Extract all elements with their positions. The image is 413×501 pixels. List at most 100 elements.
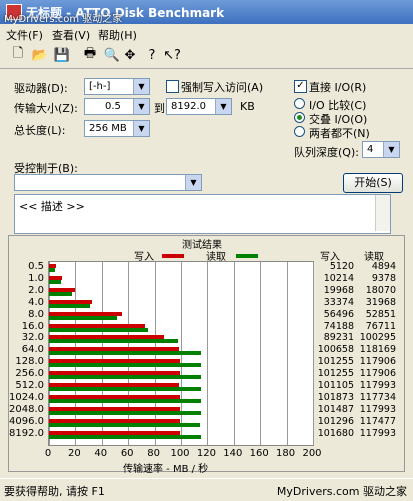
read-value-label: 117906	[359, 368, 396, 380]
read-bar	[49, 327, 148, 332]
read-value-label: 117993	[359, 427, 396, 439]
y-tick-label: 8.0	[28, 308, 44, 320]
description-box[interactable]: << 描述 >>	[14, 194, 391, 234]
open-icon[interactable]: 📂	[32, 47, 48, 63]
to-label: 到	[154, 102, 165, 115]
drive-label: 驱动器(D):	[14, 82, 68, 95]
write-value-label: 101105	[317, 380, 354, 391]
write-value-label: 10214	[323, 272, 354, 284]
read-bar	[49, 387, 202, 391]
read-value-label: 4894	[371, 261, 396, 272]
menu-help[interactable]: 帮助(H)	[98, 27, 137, 43]
watermark-top: MyDrivers.com 驱动之家	[4, 14, 123, 25]
y-tick-label: 64.0	[21, 344, 44, 356]
neither-radio[interactable]	[294, 126, 305, 137]
legend-read-swatch	[236, 254, 258, 258]
write-value-label: 101487	[317, 403, 354, 415]
read-bar	[49, 291, 73, 296]
y-tick-label: 4.0	[28, 296, 44, 308]
y-tick-label: 128.0	[15, 356, 44, 368]
read-value-label: 52851	[365, 308, 396, 320]
y-tick-label: 512.0	[15, 380, 44, 391]
read-bar	[49, 398, 201, 403]
read-value-label: 18070	[365, 284, 396, 296]
read-bar	[49, 351, 202, 356]
read-value-label: 117993	[359, 403, 396, 415]
chevron-down-icon: ▼	[133, 121, 149, 136]
watermark-bottom: MyDrivers.com 驱动之家	[276, 485, 407, 498]
chevron-down-icon: ▼	[185, 175, 201, 190]
save-icon[interactable]: 💾	[54, 47, 70, 63]
grid-line	[207, 262, 209, 445]
chart-plot-area	[48, 261, 314, 446]
write-value-label: 101680	[317, 427, 354, 439]
total-length-select[interactable]: 256 MB ▼	[84, 120, 150, 137]
read-value-label: 118169	[359, 344, 396, 356]
force-write-label: 强制写入访问(A)	[181, 81, 264, 94]
x-axis-label: 传输速率 - MB / 秒	[123, 464, 209, 475]
menu-bar: 文件(F) 查看(V) 帮助(H)	[0, 24, 413, 42]
read-value-label: 76711	[365, 320, 396, 332]
drive-value: [-h-]	[89, 81, 111, 92]
io-compare-radio[interactable]	[294, 98, 305, 109]
transfer-to-select[interactable]: 8192.0 ▼	[166, 98, 232, 115]
read-bar	[49, 422, 201, 427]
print-preview-icon[interactable]: 🔍	[104, 47, 120, 63]
grid-line	[286, 262, 288, 445]
controlled-by-select[interactable]: ▼	[14, 174, 202, 191]
move-icon[interactable]: ✥	[122, 47, 138, 63]
print-icon[interactable]: 🖶	[82, 46, 98, 63]
start-button[interactable]: 开始(S)	[343, 173, 403, 193]
read-bar	[49, 410, 202, 415]
chevron-down-icon: ▼	[215, 99, 231, 114]
total-length-label: 总长度(L):	[14, 124, 66, 137]
read-bar	[49, 303, 91, 308]
write-value-label: 5120	[329, 261, 354, 272]
title-bar: 无标题 - ATTO Disk Benchmark MyDrivers.com …	[0, 0, 413, 25]
help-icon[interactable]: ?	[144, 47, 160, 63]
overlapped-io-radio[interactable]	[294, 112, 305, 123]
grid-line	[260, 262, 262, 445]
menu-view[interactable]: 查看(V)	[52, 27, 90, 43]
read-bar	[49, 434, 202, 439]
kb-label: KB	[240, 100, 255, 113]
status-bar: 要获得帮助, 请按 F1 MyDrivers.com 驱动之家	[0, 478, 413, 501]
transfer-from-value: 0.5	[105, 101, 121, 112]
write-value-label: 74188	[323, 320, 354, 332]
queue-depth-value: 4	[367, 144, 374, 155]
y-tick-label: 2.0	[28, 284, 44, 296]
read-bar	[49, 339, 179, 344]
queue-depth-select[interactable]: 4 ▼	[362, 141, 400, 158]
legend-write-swatch	[162, 254, 184, 258]
new-icon[interactable]: 🗋	[10, 46, 26, 63]
y-tick-label: 1024.0	[9, 391, 44, 403]
write-value-label: 101873	[317, 391, 354, 403]
read-value-label: 117734	[359, 391, 396, 403]
read-value-label: 100295	[359, 332, 396, 344]
chevron-down-icon: ▼	[133, 99, 149, 114]
status-text: 要获得帮助, 请按 F1	[4, 485, 105, 498]
direct-io-label: 直接 I/O(R)	[309, 81, 367, 94]
queue-depth-label: 队列深度(Q):	[294, 146, 359, 159]
menu-file[interactable]: 文件(F)	[6, 27, 43, 43]
app-window: 无标题 - ATTO Disk Benchmark MyDrivers.com …	[0, 0, 413, 501]
toolbar: 🗋 📂 💾 🖶 🔍 ✥ ? ↖?	[0, 44, 413, 69]
transfer-to-value: 8192.0	[171, 101, 206, 112]
read-value-label: 117906	[359, 356, 396, 368]
context-help-icon[interactable]: ↖?	[163, 47, 181, 63]
drive-select[interactable]: [-h-] ▼	[84, 78, 150, 95]
neither-label: 两者都不(N)	[309, 127, 370, 140]
force-write-checkbox[interactable]	[166, 80, 179, 93]
y-tick-label: 4096.0	[9, 415, 44, 427]
y-tick-label: 32.0	[21, 332, 44, 344]
description-scrollbar[interactable]	[375, 195, 390, 231]
read-bar	[49, 363, 201, 368]
y-tick-label: 256.0	[15, 368, 44, 380]
transfer-from-select[interactable]: 0.5 ▼	[84, 98, 150, 115]
read-bar	[49, 268, 56, 272]
write-value-label: 19968	[323, 284, 354, 296]
write-value-label: 33374	[323, 296, 354, 308]
chevron-down-icon: ▼	[133, 79, 149, 94]
read-value-label: 31968	[365, 296, 396, 308]
direct-io-checkbox[interactable]: ✓	[294, 80, 307, 93]
